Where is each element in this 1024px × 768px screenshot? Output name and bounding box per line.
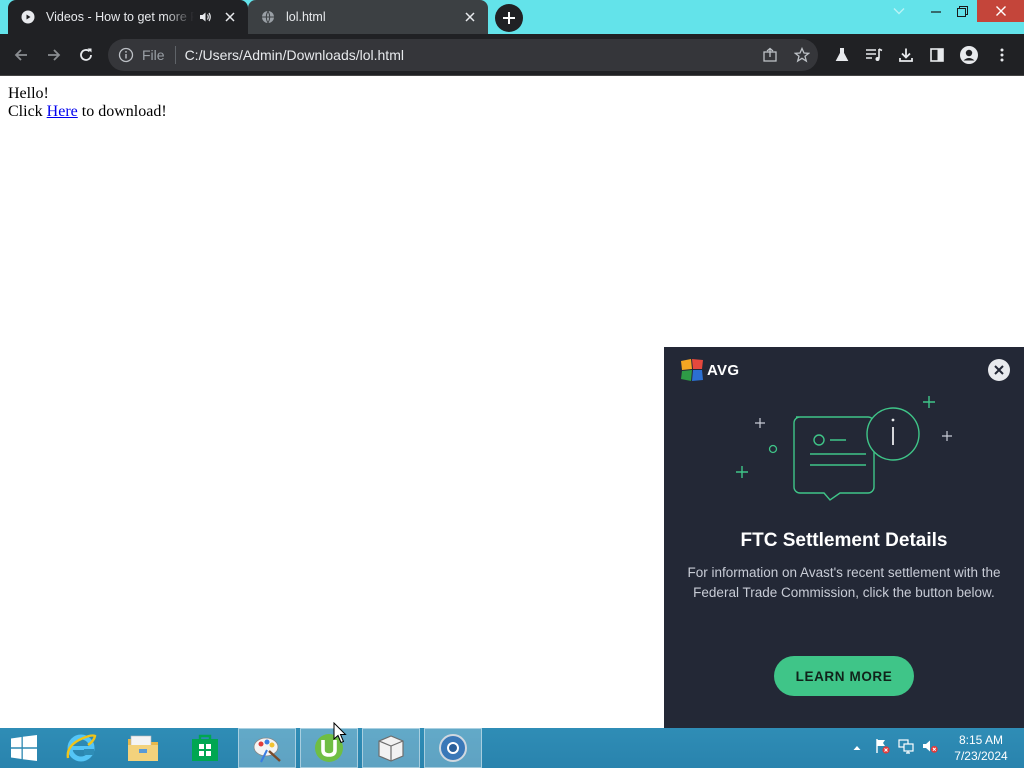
profile-button[interactable] — [953, 39, 985, 71]
downloads-button[interactable] — [890, 39, 922, 71]
globe-icon — [260, 9, 276, 25]
speaker-icon[interactable] — [198, 9, 214, 25]
download-prefix: Click — [8, 103, 47, 120]
bookmark-star-icon[interactable] — [790, 43, 814, 67]
arrow-right-icon — [48, 49, 61, 61]
info-icon[interactable] — [118, 47, 134, 63]
avg-notification-popup: AVG FTC Settlement Details For informati… — [664, 347, 1024, 728]
page-content: Hello! Click Here to download! — [8, 85, 167, 121]
back-button[interactable] — [5, 39, 37, 71]
kebab-menu-icon — [1000, 48, 1004, 62]
tab-strip: Videos - How to get more R lol.html — [0, 0, 1024, 34]
menu-button[interactable] — [986, 39, 1018, 71]
taskbar-internet-explorer[interactable] — [52, 728, 110, 768]
download-link[interactable]: Here — [47, 103, 78, 120]
network-icon[interactable] — [898, 738, 914, 759]
download-line: Click Here to download! — [8, 103, 167, 121]
taskbar-chrome[interactable] — [424, 728, 482, 768]
forward-button[interactable] — [38, 39, 70, 71]
folder-icon — [128, 735, 158, 761]
media-control-button[interactable] — [858, 39, 890, 71]
show-hidden-icons-chevron-icon[interactable] — [850, 745, 864, 751]
tab-title: lol.html — [286, 10, 326, 24]
popup-title: FTC Settlement Details — [740, 530, 948, 551]
side-panel-button[interactable] — [921, 39, 953, 71]
flask-icon — [835, 48, 849, 61]
address-divider — [174, 46, 176, 64]
reload-icon — [80, 48, 92, 61]
download-suffix: to download! — [77, 103, 167, 120]
profile-avatar-icon — [960, 46, 978, 64]
start-button[interactable] — [0, 728, 48, 768]
tab-search-chevron-icon[interactable] — [888, 0, 910, 22]
learn-more-button[interactable]: LEARN MORE — [774, 656, 914, 696]
tab-close-icon[interactable] — [220, 7, 240, 27]
download-icon — [899, 48, 913, 62]
playlist-icon — [866, 48, 883, 61]
tab-lol-html[interactable]: lol.html — [248, 0, 488, 34]
internet-explorer-icon — [66, 734, 97, 762]
plus-icon — [503, 12, 515, 24]
popup-close-button[interactable] — [988, 359, 1010, 381]
taskbar-file-explorer[interactable] — [114, 728, 172, 768]
reload-button[interactable] — [70, 39, 102, 71]
window-close-button[interactable] — [977, 0, 1024, 22]
share-icon[interactable] — [758, 43, 782, 67]
clock-time: 8:15 AM — [958, 733, 1004, 747]
minimize-button[interactable] — [924, 0, 948, 22]
tab-close-icon[interactable] — [460, 7, 480, 27]
popup-body: For information on Avast's recent settle… — [687, 565, 1001, 600]
address-bar[interactable]: File C:/Users/Admin/Downloads/lol.html — [108, 39, 818, 71]
taskbar-clock[interactable]: 8:15 AM 7/23/2024 — [948, 732, 1014, 764]
system-tray — [850, 728, 938, 768]
taskbar-box-app[interactable] — [362, 728, 420, 768]
chrome-browser-icon — [439, 734, 467, 762]
taskbar-paint-app[interactable] — [238, 728, 296, 768]
greeting-text: Hello! — [8, 85, 49, 102]
message-info-illustration-icon — [736, 396, 952, 501]
action-center-flag-icon[interactable] — [874, 738, 890, 759]
labs-flask-button[interactable] — [826, 39, 858, 71]
package-box-icon — [378, 735, 404, 762]
mouse-cursor-icon — [333, 722, 347, 744]
windows-logo-icon — [11, 735, 37, 761]
tab-videos[interactable]: Videos - How to get more R — [8, 0, 248, 34]
video-favicon-icon — [20, 9, 36, 25]
restore-button[interactable] — [950, 0, 974, 22]
side-panel-icon — [930, 48, 944, 62]
clock-date: 7/23/2024 — [954, 749, 1008, 763]
close-icon — [994, 365, 1004, 375]
tab-title: Videos - How to get more R — [46, 10, 194, 24]
scheme-label: File — [142, 47, 165, 63]
avg-brand: AVG — [680, 359, 739, 381]
paint-palette-icon — [253, 737, 281, 763]
taskbar-utorrent[interactable] — [300, 728, 358, 768]
url-text[interactable]: C:/Users/Admin/Downloads/lol.html — [185, 47, 404, 63]
browser-toolbar: File C:/Users/Admin/Downloads/lol.html — [0, 34, 1024, 76]
arrow-left-icon — [14, 49, 27, 61]
windows-taskbar: 8:15 AM 7/23/2024 — [0, 728, 1024, 768]
avg-brand-text: AVG — [707, 361, 740, 379]
taskbar-store[interactable] — [176, 728, 234, 768]
avg-logo-icon — [681, 359, 703, 381]
store-bag-icon — [192, 734, 218, 761]
volume-muted-icon[interactable] — [922, 738, 938, 759]
new-tab-button[interactable] — [495, 4, 523, 32]
